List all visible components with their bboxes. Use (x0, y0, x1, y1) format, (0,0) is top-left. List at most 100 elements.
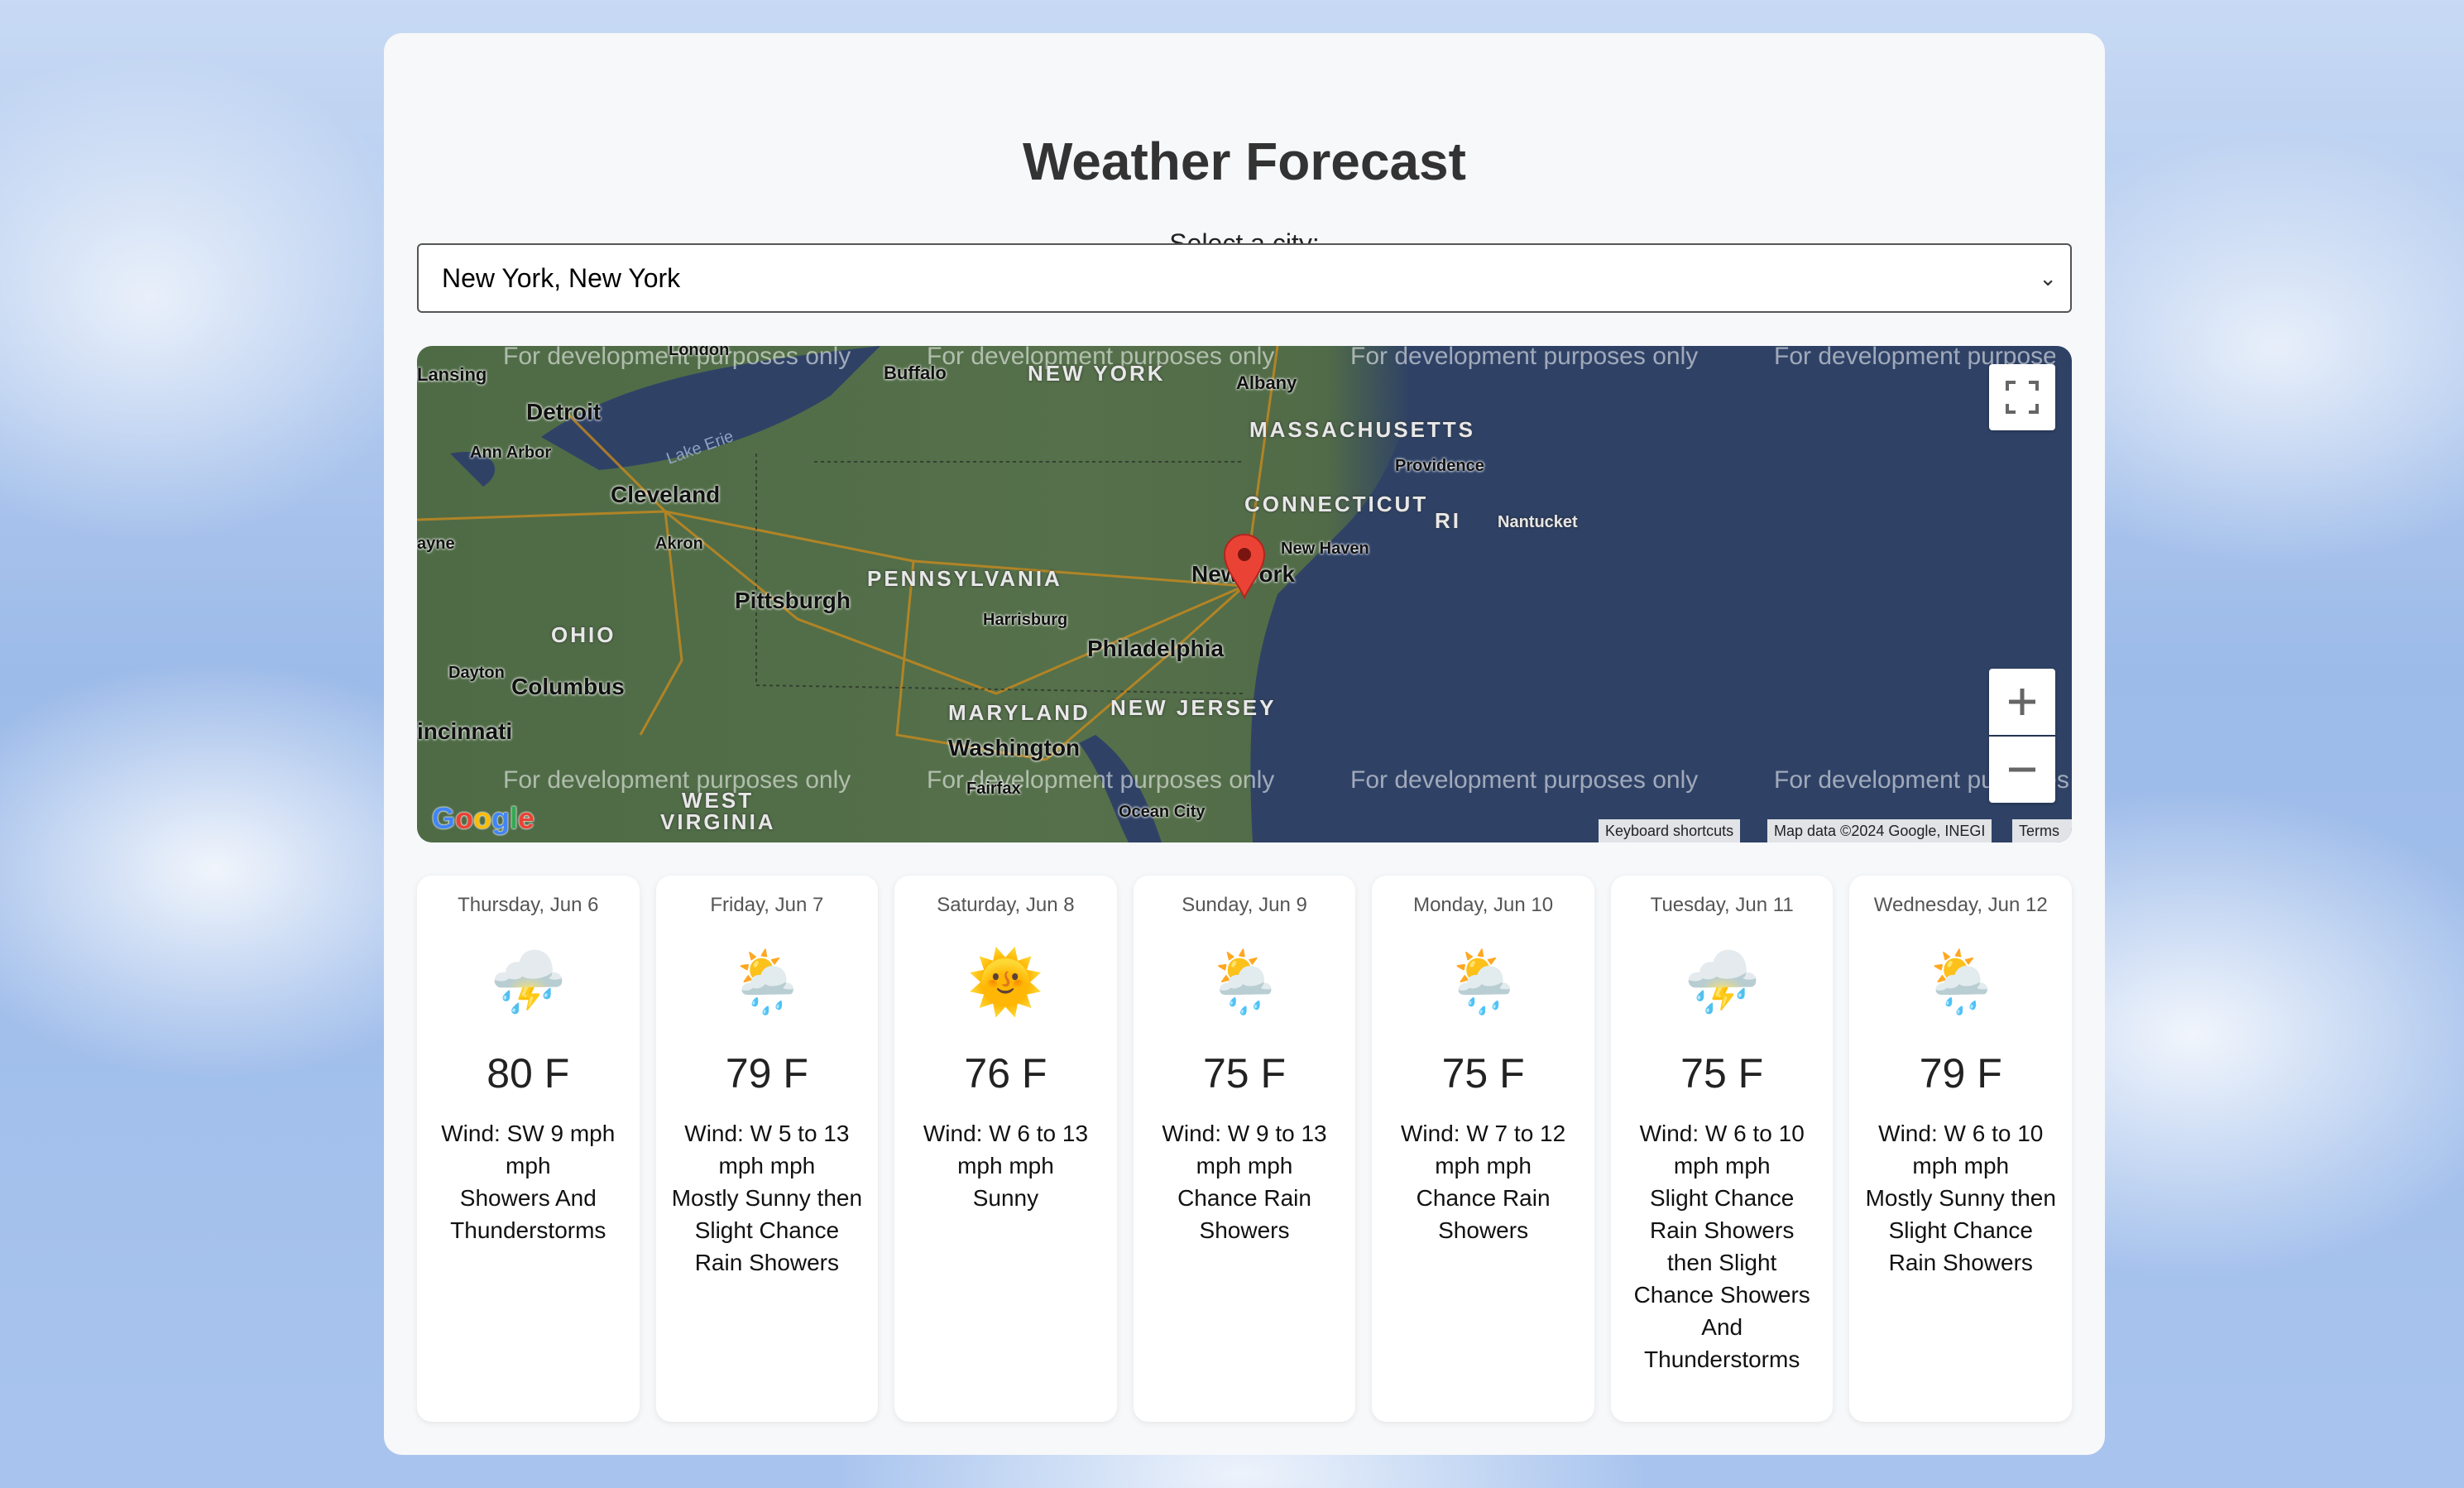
sun-rain-icon: 🌦️ (1206, 948, 1283, 1016)
map-state-pennsylvania: PENNSYLVANIA (867, 566, 1062, 591)
map-state-ohio: OHIO (551, 622, 616, 647)
map-state-virginia: VIRGINIA (660, 809, 776, 834)
map-watermark: For development purposes only (1350, 766, 1699, 794)
day-temperature: 79 F (725, 1050, 808, 1097)
forecast-day-card: Wednesday, Jun 12 🌦️ 79 F Wind: W 6 to 1… (1849, 876, 2073, 1422)
map-watermark: For development purposes only (503, 766, 851, 794)
day-temperature: 76 F (964, 1050, 1047, 1097)
day-temperature: 75 F (1680, 1050, 1764, 1097)
day-description: Wind: W 6 to 10 mph mph Mostly Sunny the… (1849, 1117, 2072, 1279)
sun-icon: 🌞 (967, 948, 1044, 1016)
map-label-ocean-city: Ocean City (1119, 803, 1206, 821)
map-label-akron: Akron (655, 535, 703, 553)
map-label-cleveland: Cleveland (611, 482, 721, 507)
map-state-new-york: NEW YORK (1028, 361, 1166, 386)
day-summary: Showers And Thunderstorms (450, 1185, 606, 1243)
day-wind: Wind: W 6 to 13 mph mph (923, 1121, 1089, 1178)
map-label-providence: Providence (1395, 457, 1484, 475)
sun-rain-icon: 🌦️ (1922, 948, 1999, 1016)
city-select-value: New York, New York (442, 263, 681, 293)
day-name: Monday, Jun 10 (1413, 894, 1554, 916)
day-temperature: 75 F (1441, 1050, 1525, 1097)
day-wind: Wind: W 9 to 13 mph mph (1162, 1121, 1327, 1178)
zoom-out-button[interactable] (1989, 737, 2055, 803)
day-wind: Wind: W 6 to 10 mph mph (1878, 1121, 2044, 1178)
map-label-harrisburg: Harrisburg (983, 611, 1068, 629)
map-state-new-jersey: NEW JERSEY (1110, 695, 1277, 720)
map-label-dayton: Dayton (448, 664, 505, 682)
day-name: Thursday, Jun 6 (458, 894, 599, 916)
day-name: Saturday, Jun 8 (937, 894, 1075, 916)
zoom-in-button[interactable] (1989, 669, 2055, 735)
thunderstorm-icon: ⛈️ (490, 948, 567, 1016)
day-summary: Sunny (972, 1185, 1039, 1211)
day-description: Wind: W 7 to 12 mph mph Chance Rain Show… (1372, 1117, 1594, 1246)
fullscreen-icon (2006, 381, 2039, 414)
day-name: Wednesday, Jun 12 (1873, 894, 2048, 916)
map-label-nantucket: Nantucket (1498, 513, 1578, 531)
keyboard-shortcuts-link[interactable]: Keyboard shortcuts (1599, 819, 1741, 842)
forecast-card: Weather Forecast Select a city: New York… (384, 33, 2105, 1455)
map-label-washington: Washington (948, 735, 1081, 761)
forecast-day-card: Friday, Jun 7 🌦️ 79 F Wind: W 5 to 13 mp… (655, 876, 879, 1422)
day-name: Friday, Jun 7 (710, 894, 824, 916)
day-temperature: 75 F (1202, 1050, 1287, 1097)
day-summary: Slight Chance Rain Showers then Slight C… (1633, 1185, 1810, 1372)
map-label-lansing: Lansing (417, 364, 487, 385)
sun-rain-icon: 🌦️ (728, 948, 805, 1016)
day-description: Wind: W 6 to 10 mph mph Slight Chance Ra… (1611, 1117, 1834, 1375)
map-state-ri: RI (1435, 508, 1461, 533)
day-temperature: 80 F (487, 1050, 570, 1097)
day-wind: Wind: W 6 to 10 mph mph (1639, 1121, 1805, 1178)
google-logo[interactable]: Google (432, 801, 535, 836)
day-summary: Mostly Sunny then Slight Chance Rain Sho… (1865, 1185, 2056, 1275)
map-state-massachusetts: MASSACHUSETTS (1249, 417, 1476, 442)
map-state-maryland: MARYLAND (948, 700, 1091, 725)
map-label-wayne: ayne (417, 535, 455, 553)
map-marker-pin[interactable] (1223, 533, 1266, 599)
map-data-attribution: Map data ©2024 Google, INEGI (1767, 819, 1992, 842)
chevron-down-icon: ⌄ (2039, 266, 2057, 290)
forecast-day-card: Thursday, Jun 6 ⛈️ 80 F Wind: SW 9 mph m… (417, 876, 640, 1422)
day-wind: Wind: SW 9 mph mph (441, 1121, 616, 1178)
forecast-day-card: Tuesday, Jun 11 ⛈️ 75 F Wind: W 6 to 10 … (1610, 876, 1834, 1422)
map-label-london: London (669, 346, 730, 359)
day-description: Wind: SW 9 mph mph Showers And Thunderst… (417, 1117, 640, 1246)
map-state-connecticut: CONNECTICUT (1244, 492, 1429, 516)
map-watermark: For development purposes only (1350, 346, 1699, 370)
day-temperature: 79 F (1919, 1050, 2002, 1097)
map-label-cincinnati: incinnati (417, 718, 513, 744)
forecast-days: Thursday, Jun 6 ⛈️ 80 F Wind: SW 9 mph m… (417, 876, 2073, 1422)
map-label-albany: Albany (1236, 372, 1297, 393)
forecast-day-card: Monday, Jun 10 🌦️ 75 F Wind: W 7 to 12 m… (1372, 876, 1594, 1422)
sun-rain-icon: 🌦️ (1445, 948, 1522, 1016)
thunderstorm-icon: ⛈️ (1684, 948, 1761, 1016)
day-description: Wind: W 6 to 13 mph mph Sunny (894, 1117, 1117, 1214)
map-label-new-haven: New Haven (1281, 540, 1369, 558)
day-name: Tuesday, Jun 11 (1650, 894, 1794, 916)
day-description: Wind: W 9 to 13 mph mph Chance Rain Show… (1134, 1117, 1356, 1246)
day-wind: Wind: W 5 to 13 mph mph (684, 1121, 850, 1178)
map-label-pittsburgh: Pittsburgh (735, 588, 851, 613)
city-select[interactable]: New York, New York ⌄ (417, 243, 2072, 313)
map-label-fairfax: Fairfax (966, 780, 1021, 798)
day-wind: Wind: W 7 to 12 mph mph (1401, 1121, 1566, 1178)
day-name: Sunday, Jun 9 (1182, 894, 1307, 916)
plus-icon (2009, 689, 2035, 715)
page-title: Weather Forecast (1023, 132, 1466, 191)
day-description: Wind: W 5 to 13 mph mph Mostly Sunny the… (656, 1117, 879, 1279)
forecast-day-card: Sunday, Jun 9 🌦️ 75 F Wind: W 9 to 13 mp… (1133, 876, 1356, 1422)
day-summary: Chance Rain Showers (1416, 1185, 1551, 1243)
map-label-columbus: Columbus (511, 674, 625, 699)
terms-link[interactable]: Terms (2012, 819, 2072, 842)
map-label-buffalo: Buffalo (884, 362, 947, 383)
map-label-detroit: Detroit (526, 399, 602, 425)
day-summary: Chance Rain Showers (1177, 1185, 1311, 1243)
map-label-ann-arbor: Ann Arbor (470, 444, 552, 462)
minus-icon (2009, 767, 2035, 772)
map[interactable]: For development purposes only For develo… (417, 346, 2072, 842)
map-label-philadelphia: Philadelphia (1087, 636, 1224, 661)
forecast-day-card: Saturday, Jun 8 🌞 76 F Wind: W 6 to 13 m… (894, 876, 1117, 1422)
fullscreen-button[interactable] (1989, 364, 2055, 430)
day-summary: Mostly Sunny then Slight Chance Rain Sho… (671, 1185, 863, 1275)
